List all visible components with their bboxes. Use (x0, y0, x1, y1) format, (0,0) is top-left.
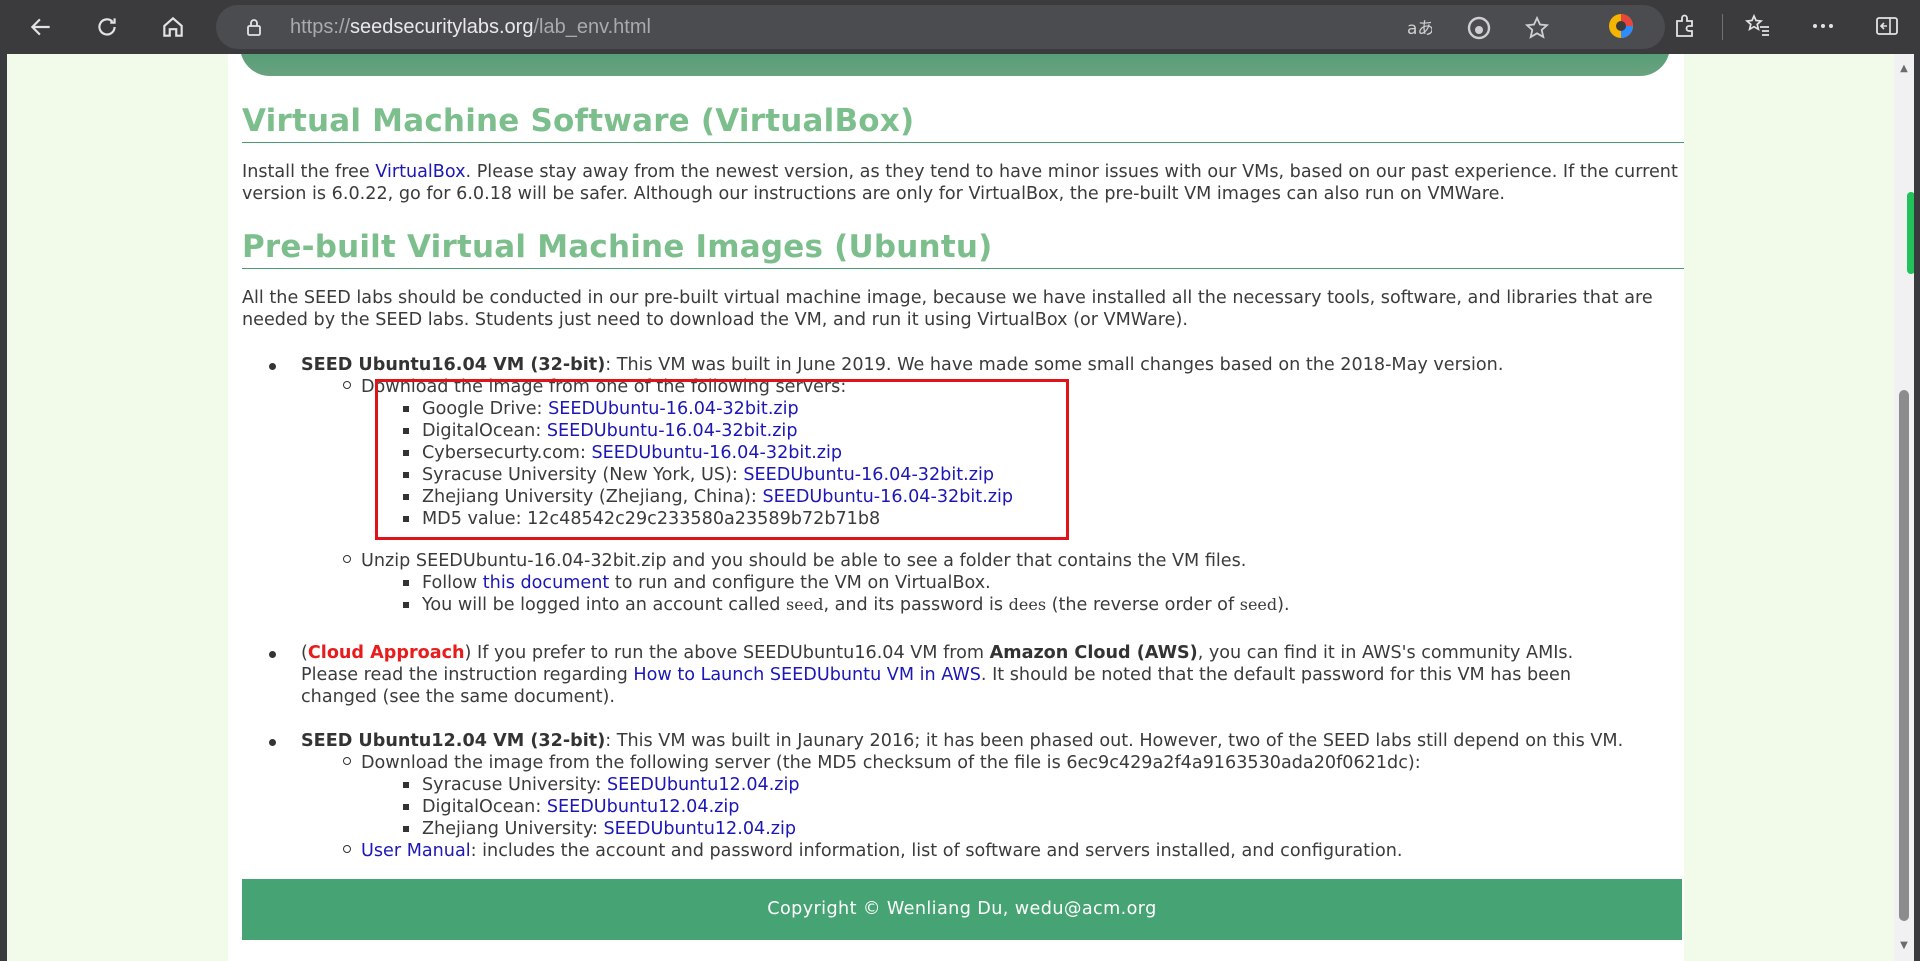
vm12-download-label: Download the image from the following se… (361, 753, 1421, 773)
translate-icon[interactable]: aあ (1406, 15, 1432, 41)
cloud-approach-tag: Cloud Approach (307, 643, 465, 663)
bullet-square (403, 602, 409, 608)
cloud-line-2: Please read the instruction regarding Ho… (301, 664, 1571, 686)
server-download-link[interactable]: SEEDUbuntu12.04.zip (547, 797, 740, 817)
refresh-button[interactable] (88, 8, 126, 46)
scrollbar-thumb[interactable] (1899, 390, 1909, 921)
sidebar-toggle-icon[interactable] (1874, 13, 1900, 39)
login-text-2: , and its password is (823, 595, 1009, 615)
extensions-icon[interactable] (1672, 13, 1698, 39)
server-download-link[interactable]: SEEDUbuntu12.04.zip (604, 819, 797, 839)
section-title-images: Pre-built Virtual Machine Images (Ubuntu… (242, 228, 1684, 269)
server-label: DigitalOcean: (422, 797, 547, 817)
window-edge (1914, 54, 1920, 961)
more-options-icon[interactable] (1810, 13, 1836, 39)
login-text-4: ). (1277, 595, 1290, 615)
follow-text: Follow (422, 573, 483, 593)
vm12-server-item: DigitalOcean: SEEDUbuntu12.04.zip (422, 796, 739, 818)
login-username-2: seed (1239, 595, 1278, 614)
favorites-list-icon[interactable] (1745, 13, 1771, 39)
cloud-text-2: , you can find it in AWS's community AMI… (1197, 643, 1574, 663)
vm16-login: You will be logged into an account calle… (422, 594, 1290, 616)
edge-sync-icon[interactable] (1466, 15, 1492, 41)
vm12-manual: User Manual: includes the account and pa… (361, 840, 1402, 862)
cloud-aws: Amazon Cloud (AWS) (989, 643, 1198, 663)
cloud-text-4: . It should be noted that the default pa… (980, 665, 1571, 685)
this-document-link[interactable]: this document (483, 573, 609, 593)
back-button[interactable] (22, 8, 60, 46)
refresh-icon (98, 18, 116, 36)
virtualbox-text-1: Install the free (242, 162, 376, 182)
server-label: Zhejiang University: (422, 819, 604, 839)
cloud-line-1: (Cloud Approach) If you prefer to run th… (301, 642, 1573, 664)
vm12-desc: : This VM was built in Jaunary 2016; it … (605, 731, 1624, 751)
home-button[interactable] (154, 8, 192, 46)
toolbar-separator (1722, 14, 1723, 40)
back-arrow-icon (30, 18, 50, 36)
aws-instructions-link[interactable]: How to Launch SEEDUbuntu VM in AWS (633, 665, 981, 685)
bullet-disc (269, 739, 276, 746)
follow-text-2: to run and configure the VM on VirtualBo… (609, 573, 991, 593)
login-password: dees (1008, 595, 1047, 614)
scroll-up-arrow-icon[interactable]: ▲ (1898, 64, 1910, 74)
page-content: Virtual Machine Software (VirtualBox) In… (228, 54, 1684, 961)
vm12-item: SEED Ubuntu12.04 VM (32-bit): This VM wa… (301, 730, 1623, 752)
vm12-server-item: Syracuse University: SEEDUbuntu12.04.zip (422, 774, 800, 796)
vm16-title: SEED Ubuntu16.04 VM (32-bit) (301, 355, 606, 375)
highlight-box (375, 379, 1069, 540)
cloud-text-1: ) If you prefer to run the above SEEDUbu… (464, 643, 990, 663)
bullet-disc (269, 363, 276, 370)
bullet-circle (343, 845, 351, 853)
browser-toolbar: https://seedsecuritylabs.org/lab_env.htm… (0, 0, 1920, 54)
header-banner (240, 54, 1670, 76)
cloud-paren: ( (301, 643, 308, 663)
manual-text: : includes the account and password info… (470, 841, 1403, 861)
bullet-circle (343, 555, 351, 563)
cloud-line-3: changed (see the same document). (301, 687, 615, 707)
cloud-text-3: Please read the instruction regarding (301, 665, 634, 685)
login-username: seed (786, 595, 824, 614)
user-manual-link[interactable]: User Manual (361, 841, 471, 861)
bullet-circle (343, 757, 351, 765)
svg-text:aあ: aあ (1407, 19, 1432, 39)
bullet-square (403, 826, 409, 832)
home-icon (163, 16, 183, 37)
images-paragraph: All the SEED labs should be conducted in… (242, 288, 1653, 330)
bullet-square (403, 580, 409, 586)
section-title-virtualbox: Virtual Machine Software (VirtualBox) (242, 102, 1684, 143)
favorite-star-icon[interactable] (1524, 15, 1550, 41)
bullet-circle (343, 381, 351, 389)
vm12-title: SEED Ubuntu12.04 VM (32-bit) (301, 731, 606, 751)
scroll-down-arrow-icon[interactable]: ▼ (1898, 941, 1910, 951)
bullet-square (403, 782, 409, 788)
profile-extension-icon[interactable] (1607, 12, 1635, 40)
url-text: https://seedsecuritylabs.org/lab_env.htm… (290, 16, 651, 38)
lock-icon (247, 19, 261, 36)
bullet-square (403, 804, 409, 810)
vm16-desc: : This VM was built in June 2019. We hav… (605, 355, 1504, 375)
server-label: Syracuse University: (422, 775, 607, 795)
address-bar[interactable]: https://seedsecuritylabs.org/lab_env.htm… (216, 5, 1665, 49)
vm16-follow: Follow this document to run and configur… (422, 572, 991, 594)
bullet-disc (269, 651, 276, 658)
page-footer: Copyright © Wenliang Du, wedu@acm.org (242, 879, 1682, 940)
login-text: You will be logged into an account calle… (422, 595, 787, 615)
vm16-unzip: Unzip SEEDUbuntu-16.04-32bit.zip and you… (361, 551, 1247, 571)
login-text-3: (the reverse order of (1046, 595, 1240, 615)
server-download-link[interactable]: SEEDUbuntu12.04.zip (607, 775, 800, 795)
page-viewport: Virtual Machine Software (VirtualBox) In… (7, 54, 1894, 961)
vm16-item: SEED Ubuntu16.04 VM (32-bit): This VM wa… (301, 354, 1503, 376)
virtualbox-paragraph: Install the free VirtualBox. Please stay… (242, 161, 1682, 205)
vm12-server-item: Zhejiang University: SEEDUbuntu12.04.zip (422, 818, 796, 840)
vertical-scrollbar[interactable]: ▲ ▼ (1894, 54, 1914, 961)
virtualbox-link[interactable]: VirtualBox (375, 162, 465, 182)
